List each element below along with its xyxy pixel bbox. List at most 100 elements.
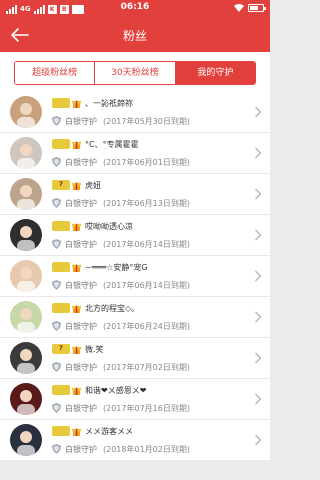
guard-nickname: 虎妞 xyxy=(85,180,101,190)
guard-row[interactable]: °C、°专属霍霍白银守护 (2017年06月01日到期) xyxy=(0,133,270,174)
guard-type: 白银守护 xyxy=(65,362,97,372)
guard-name-line: 7 微.笑 xyxy=(52,343,104,355)
level-badge: 7 xyxy=(52,180,70,190)
avatar-image xyxy=(10,260,42,292)
gift-icon xyxy=(72,387,81,395)
guard-expiry: (2017年06月01日到期) xyxy=(103,157,190,167)
guard-nickname: 北方的程宝◇。 xyxy=(85,303,140,313)
guard-row[interactable]: 7 虎妞白银守护 (2017年06月13日到期) xyxy=(0,174,270,215)
fans-screen: 4G K B 06:16 粉丝 超级粉丝榜 30天粉丝榜 我的守护 、一訫祗鍗祢 xyxy=(0,0,270,480)
guard-name-line: メメ游客メメ xyxy=(52,425,133,437)
avatar-image xyxy=(10,178,42,210)
avatar-image xyxy=(10,424,42,456)
guard-type: 白银守护 xyxy=(65,239,97,249)
tab-bar: 超级粉丝榜 30天粉丝榜 我的守护 xyxy=(0,52,270,92)
chevron-right-icon xyxy=(255,106,262,118)
silver-shield-icon xyxy=(52,116,61,126)
top-bar: 粉丝 xyxy=(0,18,270,52)
guard-nickname: 微.笑 xyxy=(85,344,104,354)
guard-row[interactable]: 7 微.笑白银守护 (2017年07月02日到期) xyxy=(0,338,270,379)
gift-icon xyxy=(72,141,81,149)
guard-expiry: (2017年07月02日到期) xyxy=(103,362,190,372)
avatar xyxy=(10,424,42,456)
guard-info-line: 白银守护 (2017年06月14日到期) xyxy=(52,238,190,250)
level-badge xyxy=(52,221,70,231)
silver-shield-icon xyxy=(52,198,61,208)
avatar-image xyxy=(10,342,42,374)
guard-expiry: (2017年06月13日到期) xyxy=(103,198,190,208)
avatar-image xyxy=(10,219,42,251)
tab-30-day-fans[interactable]: 30天粉丝榜 xyxy=(94,62,175,84)
avatar xyxy=(10,342,42,374)
guard-type: 白银守护 xyxy=(65,157,97,167)
guard-type: 白银守护 xyxy=(65,116,97,126)
guard-nickname: メメ游客メメ xyxy=(85,426,133,436)
guard-nickname: °C、°专属霍霍 xyxy=(85,139,139,149)
silver-shield-icon xyxy=(52,321,61,331)
guard-name-line: °C、°专属霍霍 xyxy=(52,138,139,150)
avatar-image xyxy=(10,301,42,333)
level-badge xyxy=(52,385,70,395)
guard-expiry: (2018年01月02日到期) xyxy=(103,444,190,454)
gift-icon xyxy=(72,428,81,436)
level-badge xyxy=(52,98,70,108)
guard-info-line: 白银守护 (2017年06月01日到期) xyxy=(52,156,190,168)
silver-shield-icon xyxy=(52,280,61,290)
guard-name-line: 7 虎妞 xyxy=(52,179,101,191)
guard-info-line: 白银守护 (2017年07月16日到期) xyxy=(52,402,190,414)
guard-row[interactable]: 、一訫祗鍗祢白银守护 (2017年05月30日到期) xyxy=(0,92,270,133)
guard-info-line: 白银守护 (2018年01月02日到期) xyxy=(52,443,190,455)
guard-row[interactable]: メメ游客メメ白银守护 (2018年01月02日到期) xyxy=(0,420,270,461)
guard-expiry: (2017年07月16日到期) xyxy=(103,403,190,413)
gift-icon xyxy=(72,182,81,190)
avatar xyxy=(10,219,42,251)
guard-expiry: (2017年06月24日到期) xyxy=(103,321,190,331)
guard-list: 、一訫祗鍗祢 白银守护 (2017年05月30日到期) °C、°专属霍霍 白银守护 (20… xyxy=(0,92,270,461)
avatar xyxy=(10,178,42,210)
avatar xyxy=(10,301,42,333)
guard-info-line: 白银守护 (2017年06月14日到期) xyxy=(52,279,190,291)
guard-info-line: 白银守护 (2017年06月24日到期) xyxy=(52,320,190,332)
tab-my-guards[interactable]: 我的守护 xyxy=(174,62,255,84)
silver-shield-icon xyxy=(52,362,61,372)
guard-type: 白银守护 xyxy=(65,198,97,208)
guard-type: 白银守护 xyxy=(65,403,97,413)
status-time: 06:16 xyxy=(120,2,150,12)
silver-shield-icon xyxy=(52,403,61,413)
status-bar: 4G K B 06:16 xyxy=(0,0,270,18)
level-badge xyxy=(52,303,70,313)
avatar xyxy=(10,96,42,128)
page-title: 粉丝 xyxy=(122,29,147,43)
guard-row[interactable]: 北方的程宝◇。白银守护 (2017年06月24日到期) xyxy=(0,297,270,338)
guard-info-line: 白银守护 (2017年05月30日到期) xyxy=(52,115,190,127)
guard-nickname: 哎呦呦透心凉 xyxy=(85,221,133,231)
guard-expiry: (2017年06月14日到期) xyxy=(103,239,190,249)
guard-row[interactable]: ~═══☆安静°宠G 白银守护 (2017年06月14日到期) xyxy=(0,256,270,297)
wifi-icon xyxy=(234,4,244,12)
level-badge xyxy=(52,139,70,149)
guard-nickname: 、一訫祗鍗祢 xyxy=(85,98,133,108)
silver-shield-icon xyxy=(52,444,61,454)
guard-name-line: ~═══☆安静°宠G xyxy=(52,261,148,273)
guard-info-line: 白银守护 (2017年07月02日到期) xyxy=(52,361,190,373)
guard-row[interactable]: 哎呦呦透心凉白银守护 (2017年06月14日到期) xyxy=(0,215,270,256)
gift-icon xyxy=(72,223,81,231)
guard-row[interactable]: 和谐❤ㄨ感恩ㄨ❤ 白银守护 (2017年07月16日到期) xyxy=(0,379,270,420)
guard-expiry: (2017年05月30日到期) xyxy=(103,116,190,126)
battery-icon xyxy=(248,4,266,12)
chevron-right-icon xyxy=(255,352,262,364)
chevron-right-icon xyxy=(255,147,262,159)
chevron-right-icon xyxy=(255,311,262,323)
guard-name-line: 北方的程宝◇。 xyxy=(52,302,139,314)
avatar xyxy=(10,383,42,415)
guard-name-line: 哎呦呦透心凉 xyxy=(52,220,133,232)
chevron-right-icon xyxy=(255,270,262,282)
silver-shield-icon xyxy=(52,239,61,249)
guard-name-line: 、一訫祗鍗祢 xyxy=(52,97,133,109)
guard-type: 白银守护 xyxy=(65,280,97,290)
gift-icon xyxy=(72,346,81,354)
gift-icon xyxy=(72,264,81,272)
silver-shield-icon xyxy=(52,157,61,167)
level-badge xyxy=(52,262,70,272)
tab-super-fans[interactable]: 超级粉丝榜 xyxy=(15,62,95,84)
